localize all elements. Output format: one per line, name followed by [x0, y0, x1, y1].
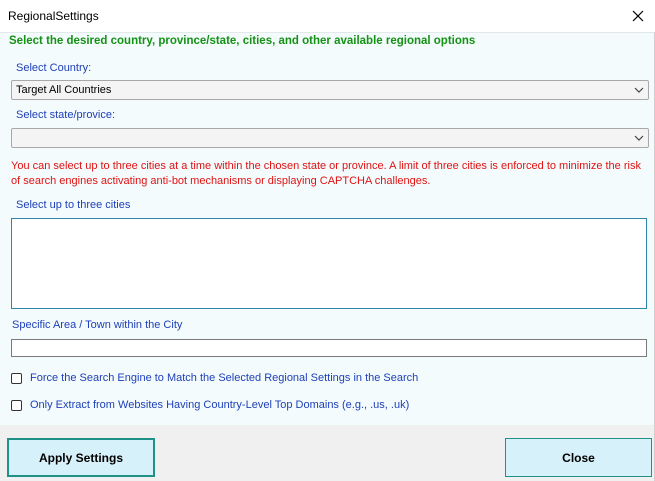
instructions-heading: Select the desired country, province/sta…: [9, 35, 476, 47]
cities-label: Select up to three cities: [16, 199, 131, 211]
country-tld-option[interactable]: Only Extract from Websites Having Countr…: [11, 399, 409, 411]
close-button[interactable]: Close: [505, 438, 652, 477]
chevron-down-icon: [634, 135, 644, 141]
country-select-value: Target All Countries: [16, 84, 112, 96]
country-tld-label: Only Extract from Websites Having Countr…: [30, 399, 410, 411]
state-select[interactable]: [11, 128, 649, 148]
force-regional-label: Force the Search Engine to Match the Sel…: [30, 372, 419, 384]
apply-settings-button[interactable]: Apply Settings: [7, 438, 155, 477]
force-regional-checkbox[interactable]: [11, 372, 22, 384]
area-label: Specific Area / Town within the City: [12, 319, 183, 331]
window-close-button[interactable]: [621, 0, 655, 32]
country-select[interactable]: Target All Countries: [11, 80, 649, 100]
state-label: Select state/provice:: [16, 109, 116, 121]
city-limit-warning: You can select up to three cities at a t…: [11, 160, 641, 187]
close-icon: [632, 10, 644, 22]
regional-settings-window: RegionalSettings Select the desired coun…: [0, 0, 655, 481]
country-tld-checkbox[interactable]: [11, 399, 22, 411]
settings-panel: Select the desired country, province/sta…: [0, 32, 654, 425]
area-input[interactable]: [11, 339, 647, 357]
cities-listbox[interactable]: [11, 218, 647, 309]
force-regional-option[interactable]: Force the Search Engine to Match the Sel…: [11, 372, 418, 384]
chevron-down-icon: [634, 87, 644, 93]
window-title: RegionalSettings: [8, 9, 99, 23]
country-label: Select Country:: [16, 62, 92, 74]
title-bar: RegionalSettings: [0, 0, 655, 32]
